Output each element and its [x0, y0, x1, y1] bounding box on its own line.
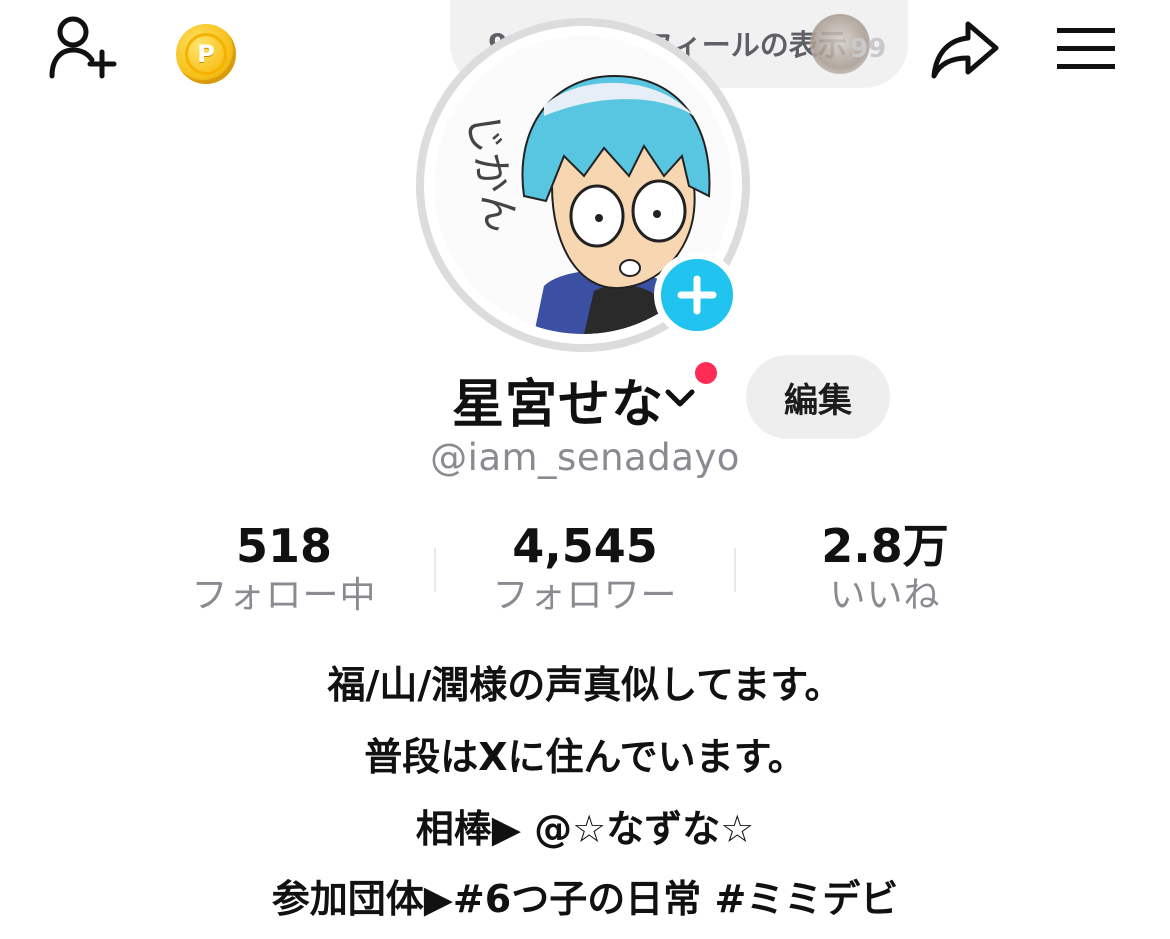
following-count: 518	[235, 519, 333, 573]
menu-button[interactable]	[1057, 26, 1115, 72]
notification-dot	[695, 362, 717, 384]
following-label: フォロー中	[191, 574, 377, 616]
coin-icon[interactable]: P	[176, 24, 236, 84]
bio-line: 福/山/潤様の声真似してます。	[327, 663, 843, 707]
coin-label: P	[185, 33, 227, 75]
bio-line: 普段はXに住んでいます。	[364, 735, 806, 779]
bio-line: 相棒▶ @☆なずな☆	[415, 807, 755, 851]
chevron-down-icon[interactable]	[664, 384, 696, 410]
followers-label: フォロワー	[492, 574, 678, 616]
person-plus-icon	[49, 16, 117, 79]
following-stat[interactable]: 518 フォロー中	[134, 520, 434, 618]
add-friend-button[interactable]	[48, 14, 122, 80]
followers-stat[interactable]: 4,545 フォロワー	[435, 520, 735, 618]
followers-count: 4,545	[512, 519, 658, 573]
display-name[interactable]: 星宮せな	[452, 362, 664, 437]
hamburger-menu-icon	[1057, 28, 1115, 69]
plus-icon	[677, 275, 717, 315]
add-story-button[interactable]	[654, 252, 740, 338]
share-button[interactable]	[928, 18, 1002, 82]
likes-count: 2.8万	[821, 519, 949, 573]
likes-stat[interactable]: 2.8万 いいね	[735, 520, 1035, 618]
edit-profile-button[interactable]: 編集	[746, 355, 890, 439]
username-handle: @iam_senadayo	[430, 436, 740, 479]
share-arrow-icon	[931, 21, 999, 79]
bio-line: 参加団体▶#6つ子の日常 #ミミデビ	[271, 877, 899, 921]
viewer-count-fragment: 99	[850, 34, 887, 64]
avatar-sketch-text: じかん	[458, 110, 524, 236]
likes-label: いいね	[829, 574, 941, 616]
